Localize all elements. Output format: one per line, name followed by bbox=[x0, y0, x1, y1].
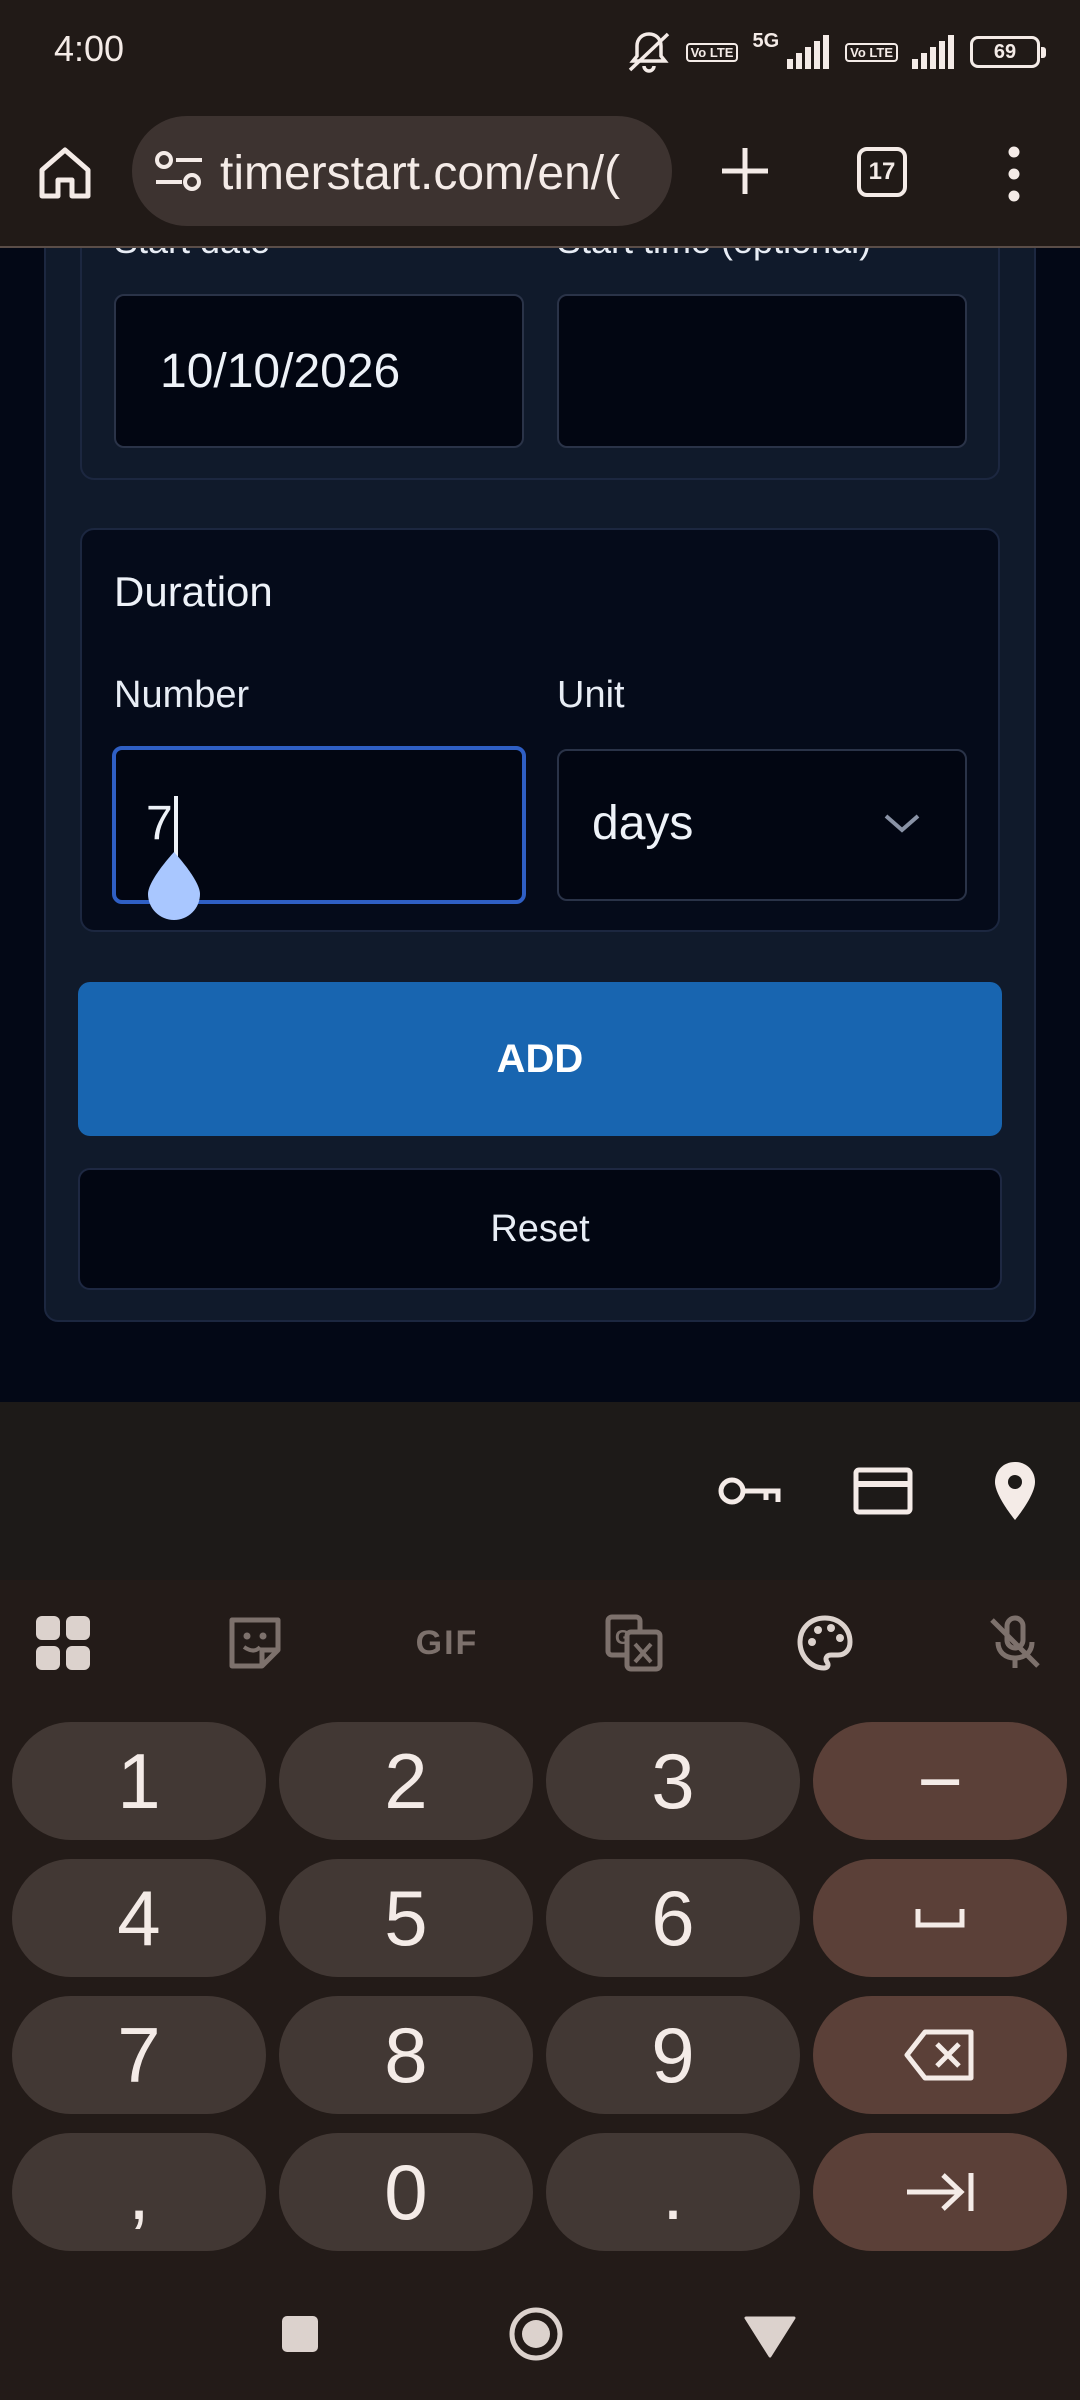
tab-next-icon bbox=[907, 2173, 974, 2211]
key-0[interactable]: 0 bbox=[279, 2133, 533, 2251]
signal-icon bbox=[787, 35, 831, 69]
translate-icon[interactable]: G bbox=[601, 1610, 667, 1676]
sticker-icon[interactable] bbox=[222, 1610, 288, 1676]
tabs-icon[interactable]: 17 bbox=[857, 147, 907, 197]
home-icon[interactable] bbox=[34, 142, 96, 204]
unit-value: days bbox=[592, 797, 694, 850]
volte-icon: Vo LTE bbox=[685, 42, 739, 62]
space-icon bbox=[915, 1909, 965, 1928]
battery-icon: 69 bbox=[970, 36, 1046, 68]
volte-icon: Vo LTE bbox=[845, 42, 898, 62]
plus-icon[interactable] bbox=[712, 138, 778, 204]
status-icons: Vo LTE 5G Vo LTE 69 bbox=[626, 30, 1046, 74]
unit-label: Unit bbox=[557, 674, 625, 716]
key-backspace[interactable] bbox=[813, 1996, 1067, 2114]
chevron-down-icon bbox=[882, 810, 922, 836]
signal-icon bbox=[912, 35, 956, 69]
key-next[interactable] bbox=[813, 2133, 1067, 2251]
home-circle-icon[interactable] bbox=[506, 2304, 566, 2364]
mic-off-icon[interactable] bbox=[982, 1610, 1048, 1676]
key-period[interactable]: . bbox=[546, 2133, 800, 2251]
backspace-icon bbox=[904, 2029, 974, 2081]
start-time-field[interactable] bbox=[557, 294, 967, 448]
more-vert-icon[interactable] bbox=[996, 142, 1032, 206]
status-bar: 4:00 Vo LTE 5G Vo LTE 69 bbox=[0, 0, 1080, 102]
url-text[interactable]: timerstart.com/en/( bbox=[220, 146, 660, 201]
network-type-label: 5G bbox=[752, 30, 780, 52]
palette-icon[interactable] bbox=[792, 1610, 858, 1676]
autofill-bar bbox=[0, 1402, 1080, 1580]
text-caret bbox=[174, 796, 178, 858]
svg-text:G: G bbox=[615, 1627, 631, 1649]
key-space[interactable] bbox=[813, 1859, 1067, 1977]
key-8[interactable]: 8 bbox=[279, 1996, 533, 2114]
mute-vibrate-icon bbox=[626, 30, 672, 74]
start-date-value: 10/10/2026 bbox=[160, 345, 401, 398]
web-content: Start date Start time (optional) 10/10/2… bbox=[0, 248, 1080, 1402]
back-triangle-icon[interactable] bbox=[740, 2304, 800, 2364]
start-time-label: Start time (optional) bbox=[557, 248, 871, 262]
key-3[interactable]: 3 bbox=[546, 1722, 800, 1840]
number-label: Number bbox=[114, 674, 250, 716]
credit-card-icon[interactable] bbox=[850, 1458, 916, 1524]
key-5[interactable]: 5 bbox=[279, 1859, 533, 1977]
reset-button[interactable]: Reset bbox=[78, 1168, 1002, 1290]
location-pin-icon[interactable] bbox=[982, 1458, 1048, 1524]
text-handle[interactable] bbox=[146, 850, 202, 922]
key-comma[interactable]: , bbox=[12, 2133, 266, 2251]
key-minus[interactable]: − bbox=[813, 1722, 1067, 1840]
tune-icon[interactable] bbox=[152, 148, 208, 194]
recents-square-icon[interactable] bbox=[270, 2304, 330, 2364]
keyboard: GIF G 1 2 3 − 4 5 6 7 8 9 , 0 . bbox=[0, 1580, 1080, 2280]
key-icon[interactable] bbox=[716, 1458, 782, 1524]
system-nav-bar bbox=[0, 2280, 1080, 2400]
key-9[interactable]: 9 bbox=[546, 1996, 800, 2114]
gif-icon[interactable]: GIF bbox=[410, 1610, 484, 1676]
key-1[interactable]: 1 bbox=[12, 1722, 266, 1840]
key-7[interactable]: 7 bbox=[12, 1996, 266, 2114]
add-button[interactable]: ADD bbox=[78, 982, 1002, 1136]
key-2[interactable]: 2 bbox=[279, 1722, 533, 1840]
key-6[interactable]: 6 bbox=[546, 1859, 800, 1977]
number-value: 7 bbox=[146, 797, 173, 850]
key-4[interactable]: 4 bbox=[12, 1859, 266, 1977]
browser-toolbar: timerstart.com/en/( 17 bbox=[0, 102, 1080, 248]
address-bar[interactable]: timerstart.com/en/( bbox=[132, 116, 672, 226]
status-time: 4:00 bbox=[54, 28, 125, 69]
apps-grid-icon[interactable] bbox=[30, 1610, 96, 1676]
start-date-label: Start date bbox=[114, 248, 270, 262]
duration-title: Duration bbox=[114, 568, 273, 615]
